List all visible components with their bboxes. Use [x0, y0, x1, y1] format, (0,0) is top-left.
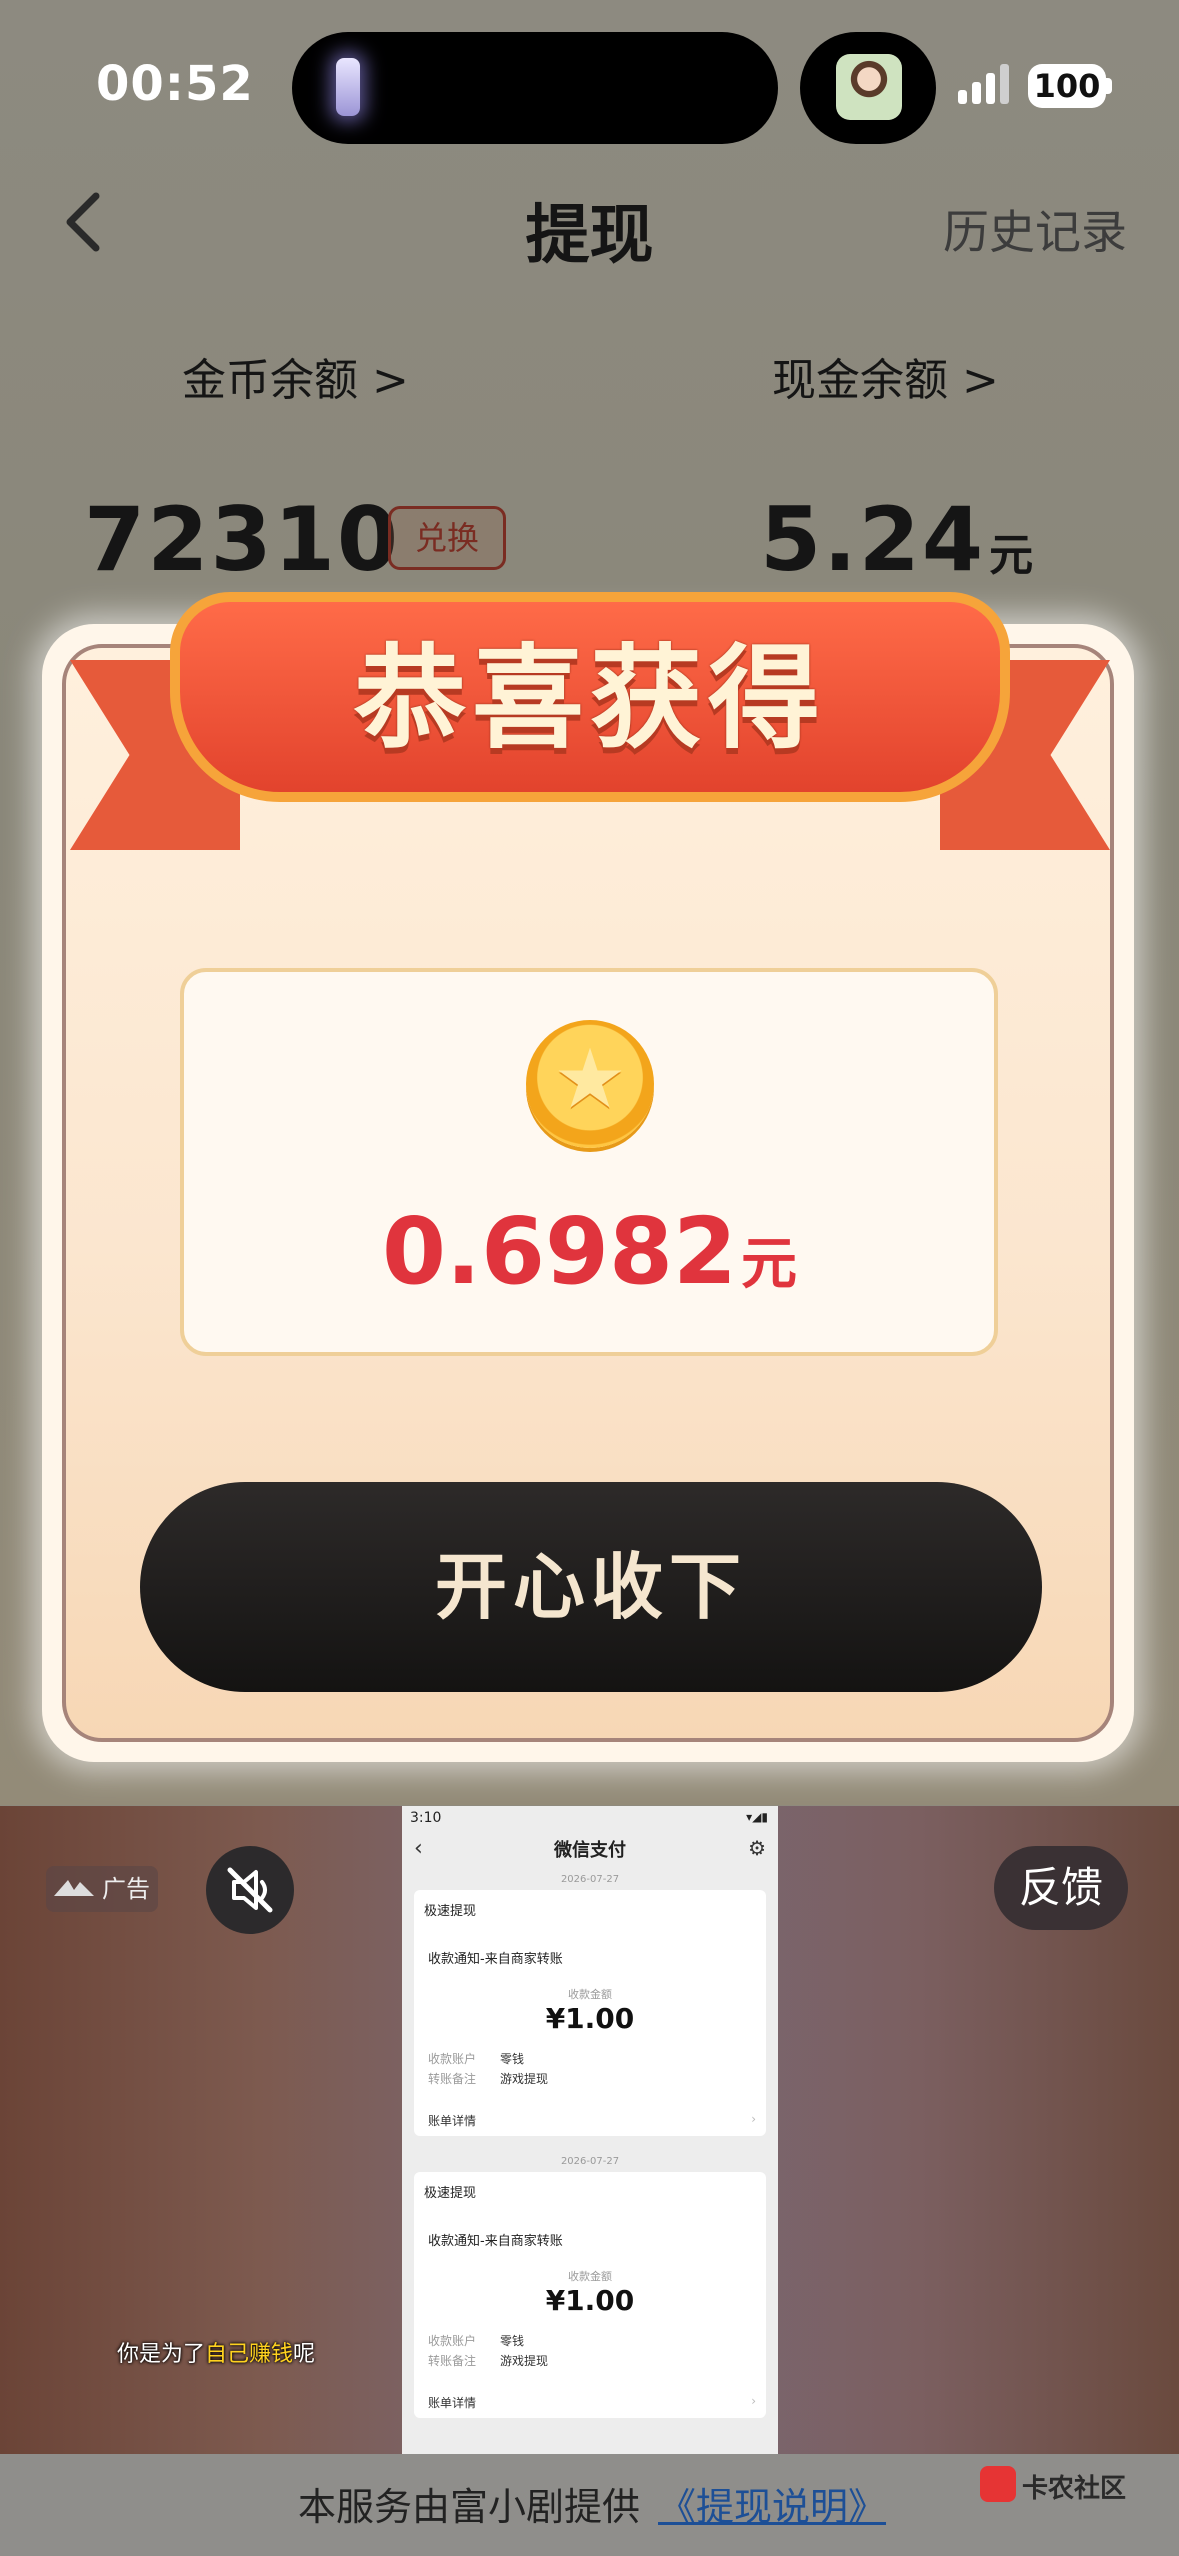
signal-icon: [958, 64, 1009, 104]
card-account-key: 收款账户: [428, 2334, 477, 2348]
cash-unit: 元: [989, 530, 1036, 581]
battery-tip: [1106, 78, 1112, 94]
card-account-val: 零钱: [500, 2052, 525, 2066]
congrats-title: 恭喜获得: [354, 634, 826, 764]
card-amount-label: 收款金额: [568, 2270, 612, 2283]
card-account-val: 零钱: [500, 2334, 525, 2348]
watermark-text: 卡农社区: [1022, 2474, 1127, 2504]
ad-video-preview: 3:10 ▾◢▮ ‹ 微信支付 ⚙ 2026-07-27 极速提现 收款通知-来…: [402, 1806, 778, 2454]
dynamic-island: [292, 32, 778, 144]
card-detail: 账单详情: [428, 2396, 477, 2410]
payment-card: 极速提现 收款通知-来自商家转账 收款金额 ¥1.00 收款账户 零钱 转账备注…: [414, 1890, 766, 2136]
muted-speaker-icon: [227, 1867, 273, 1913]
preview-date: 2026-07-27: [560, 2156, 620, 2167]
ad-logo-icon: [54, 1880, 94, 1896]
card-type: 极速提现: [424, 1904, 477, 1919]
watermark-logo-icon: [980, 2466, 1016, 2502]
card-account-key: 收款账户: [428, 2052, 477, 2066]
card-amount-label: 收款金额: [568, 1988, 612, 2001]
subtitle-part: 呢: [293, 2342, 316, 2367]
preview-status-time: 3:10: [410, 1810, 442, 1826]
gold-balance-value: 72310: [84, 488, 401, 591]
accept-reward-button[interactable]: 开心收下: [140, 1482, 1042, 1692]
history-link[interactable]: 历史记录: [943, 196, 1127, 262]
card-notice: 收款通知-来自商家转账: [428, 1952, 563, 1967]
card-remark-val: 游戏提现: [500, 2072, 549, 2086]
battery-indicator: 100: [1028, 64, 1106, 108]
service-provider-text: 本服务由富小剧提供: [298, 2485, 641, 2529]
cash-amount: 5.24: [760, 488, 986, 591]
avatar: [836, 54, 902, 120]
card-amount: ¥1.00: [545, 2284, 635, 2317]
preview-gear-icon: ⚙: [748, 1836, 766, 1860]
mute-button[interactable]: [206, 1846, 294, 1934]
feedback-button[interactable]: 反馈: [994, 1846, 1128, 1930]
card-remark-key: 转账备注: [428, 2072, 477, 2086]
card-amount: ¥1.00: [545, 2002, 635, 2035]
exchange-button[interactable]: 兑换: [388, 506, 506, 570]
video-subtitle: 你是为了自己赚钱呢: [86, 2336, 346, 2368]
cash-balance-label[interactable]: 现金余额 >: [772, 344, 999, 408]
preview-title: 微信支付: [554, 1840, 626, 1861]
card-type: 极速提现: [424, 2186, 477, 2201]
card-remark-key: 转账备注: [428, 2354, 477, 2368]
gold-balance-label[interactable]: 金币余额 >: [182, 344, 409, 408]
card-notice: 收款通知-来自商家转账: [428, 2234, 563, 2249]
card-chevron-icon: ›: [751, 2112, 756, 2126]
card-chevron-icon: ›: [751, 2394, 756, 2408]
preview-status-icons: ▾◢▮: [746, 1810, 768, 1824]
withdraw-instructions-link[interactable]: 《提现说明》: [658, 2476, 886, 2531]
payment-card: 极速提现 收款通知-来自商家转账 收款金额 ¥1.00 收款账户 零钱 转账备注…: [414, 2172, 766, 2418]
preview-date: 2026-07-27: [560, 1874, 620, 1885]
cash-balance-value: 5.24元: [760, 488, 1035, 591]
status-time: 00:52: [96, 56, 254, 112]
reward-value: 0.6982: [381, 1198, 738, 1305]
flashlight-icon: [336, 58, 360, 116]
card-remark-val: 游戏提现: [500, 2354, 549, 2368]
reward-unit: 元: [741, 1232, 798, 1297]
subtitle-highlight: 自己赚钱: [204, 2342, 293, 2367]
star-icon: ★: [553, 1032, 627, 1127]
reward-amount: 0.6982元: [0, 1198, 1179, 1305]
card-detail: 账单详情: [428, 2114, 477, 2128]
subtitle-part: 你是为了: [116, 2342, 205, 2367]
